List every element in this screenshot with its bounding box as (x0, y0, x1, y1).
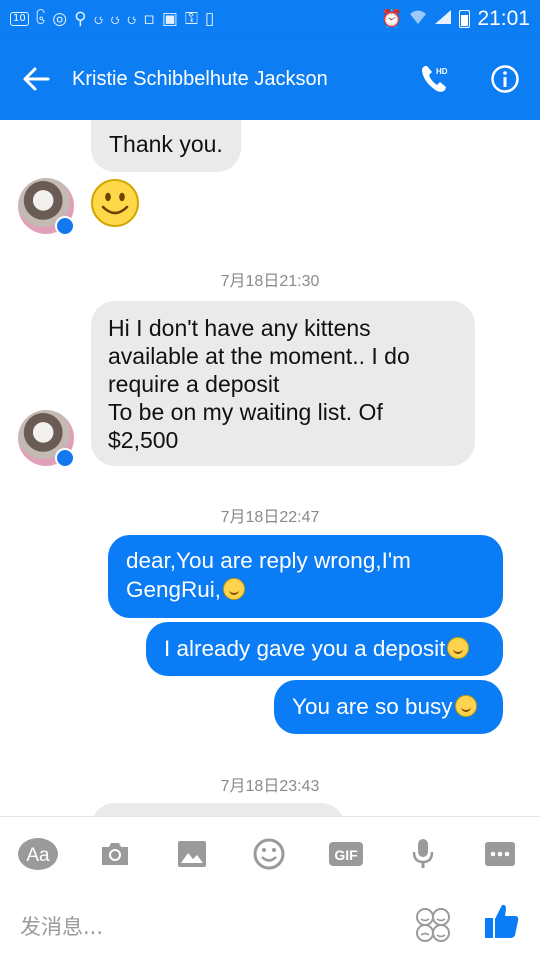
message-line: available at the moment.. I do (108, 343, 410, 369)
message-text: I already gave you a deposit (164, 636, 446, 661)
wifi-icon (409, 9, 427, 29)
like-thumbs-up-icon[interactable] (484, 902, 520, 940)
more-button[interactable] (475, 829, 525, 879)
outgoing-message-bubble[interactable]: dear,You are reply wrong,I'm GengRui, (108, 535, 503, 618)
message-text: Thank you. (109, 131, 223, 157)
info-icon (491, 65, 519, 93)
message-timestamp: 7月18日22:47 (220, 509, 320, 526)
image-icon: ▣ (161, 8, 178, 29)
stickers-icon[interactable] (414, 906, 452, 944)
shield-icon: ◎ (52, 8, 68, 29)
weibo-icon: ၆ (35, 8, 46, 29)
messenger-badge-icon (55, 448, 75, 468)
message-timestamp: 7月18日23:43 (220, 778, 320, 795)
info-button[interactable] (470, 38, 540, 120)
tongue-emoji-icon (447, 637, 470, 659)
camera-button[interactable] (90, 829, 140, 879)
message-timestamp: 7月18日21:30 (220, 273, 320, 290)
signal-icon (434, 9, 452, 29)
message-line: dear,You are reply wrong,I'm (126, 548, 411, 573)
android-icon: ▫ (143, 8, 155, 29)
camera-icon (102, 843, 128, 865)
back-button[interactable] (0, 38, 72, 120)
incoming-message-bubble[interactable]: Hi I don't have any kittens available at… (91, 301, 475, 466)
gif-button[interactable]: GIF (321, 829, 371, 879)
status-time: 21:01 (477, 7, 530, 30)
message-text: You are so busy (292, 694, 453, 719)
incoming-message-bubble[interactable]: Thank you. (91, 120, 241, 172)
status-notifications: 10 ၆ ◎ ⚲ ၒ ၒ ၒ ▫ ▣ ⚿ ▯ (10, 8, 215, 29)
message-line: Hi I don't have any kittens (108, 315, 371, 341)
battery-icon (459, 10, 471, 28)
message-input[interactable] (20, 907, 380, 947)
message-line: To be on my waiting list. Of (108, 399, 383, 425)
message-line: GengRui, (126, 577, 222, 602)
weibo-icon: ၒ (110, 8, 120, 29)
message-line: $2,500 (108, 427, 179, 453)
alarm-icon: ⏰ (381, 8, 403, 29)
svg-text:HD: HD (436, 67, 448, 76)
gif-icon: GIF (329, 842, 363, 866)
microphone-icon (412, 839, 434, 868)
tongue-emoji-icon (223, 578, 246, 600)
emoji-button[interactable] (244, 829, 294, 879)
gallery-button[interactable] (167, 829, 217, 879)
composer: Aa GIF 发消息... (0, 816, 540, 961)
incoming-message-bubble[interactable] (91, 803, 345, 816)
weibo-icon: ၒ (93, 8, 104, 29)
more-icon (485, 842, 515, 866)
hd-call-icon: HD (422, 66, 448, 92)
composer-toolbar: Aa GIF (0, 829, 540, 881)
conversation-header: Kristie Schibbelhute Jackson HD (0, 38, 540, 120)
weibo-icon: ၒ (126, 8, 137, 29)
key-icon: ⚿ (184, 8, 198, 29)
smiley-icon (253, 838, 285, 870)
status-system: ⏰ 21:01 (381, 7, 530, 31)
status-bar: 10 ၆ ◎ ⚲ ၒ ၒ ၒ ▫ ▣ ⚿ ▯ ⏰ 21:01 (0, 0, 540, 38)
contact-name-title: Kristie Schibbelhute Jackson (72, 67, 328, 90)
outgoing-message-bubble[interactable]: You are so busy (274, 680, 503, 734)
text-style-icon: Aa (18, 838, 58, 870)
image-icon (178, 841, 206, 867)
text-style-button[interactable]: Aa (13, 829, 63, 879)
smiley-emoji-icon[interactable] (90, 178, 140, 228)
message-line: require a deposit (108, 371, 280, 397)
back-arrow-icon (23, 67, 50, 91)
phone-icon: ▯ (204, 8, 215, 29)
messenger-badge-icon (55, 216, 75, 236)
voice-button[interactable] (398, 829, 448, 879)
gif-label: GIF (334, 847, 358, 863)
grin-emoji-icon (454, 695, 477, 717)
outgoing-message-bubble[interactable]: I already gave you a deposit (146, 622, 503, 676)
message-list[interactable]: Thank you. 7月18日21:30 Hi I don't have an… (0, 120, 540, 816)
text-style-label: Aa (26, 845, 50, 866)
search-icon: ⚲ (74, 8, 87, 29)
notification-count-badge: 10 (10, 12, 29, 26)
hd-call-button[interactable]: HD (400, 38, 470, 120)
